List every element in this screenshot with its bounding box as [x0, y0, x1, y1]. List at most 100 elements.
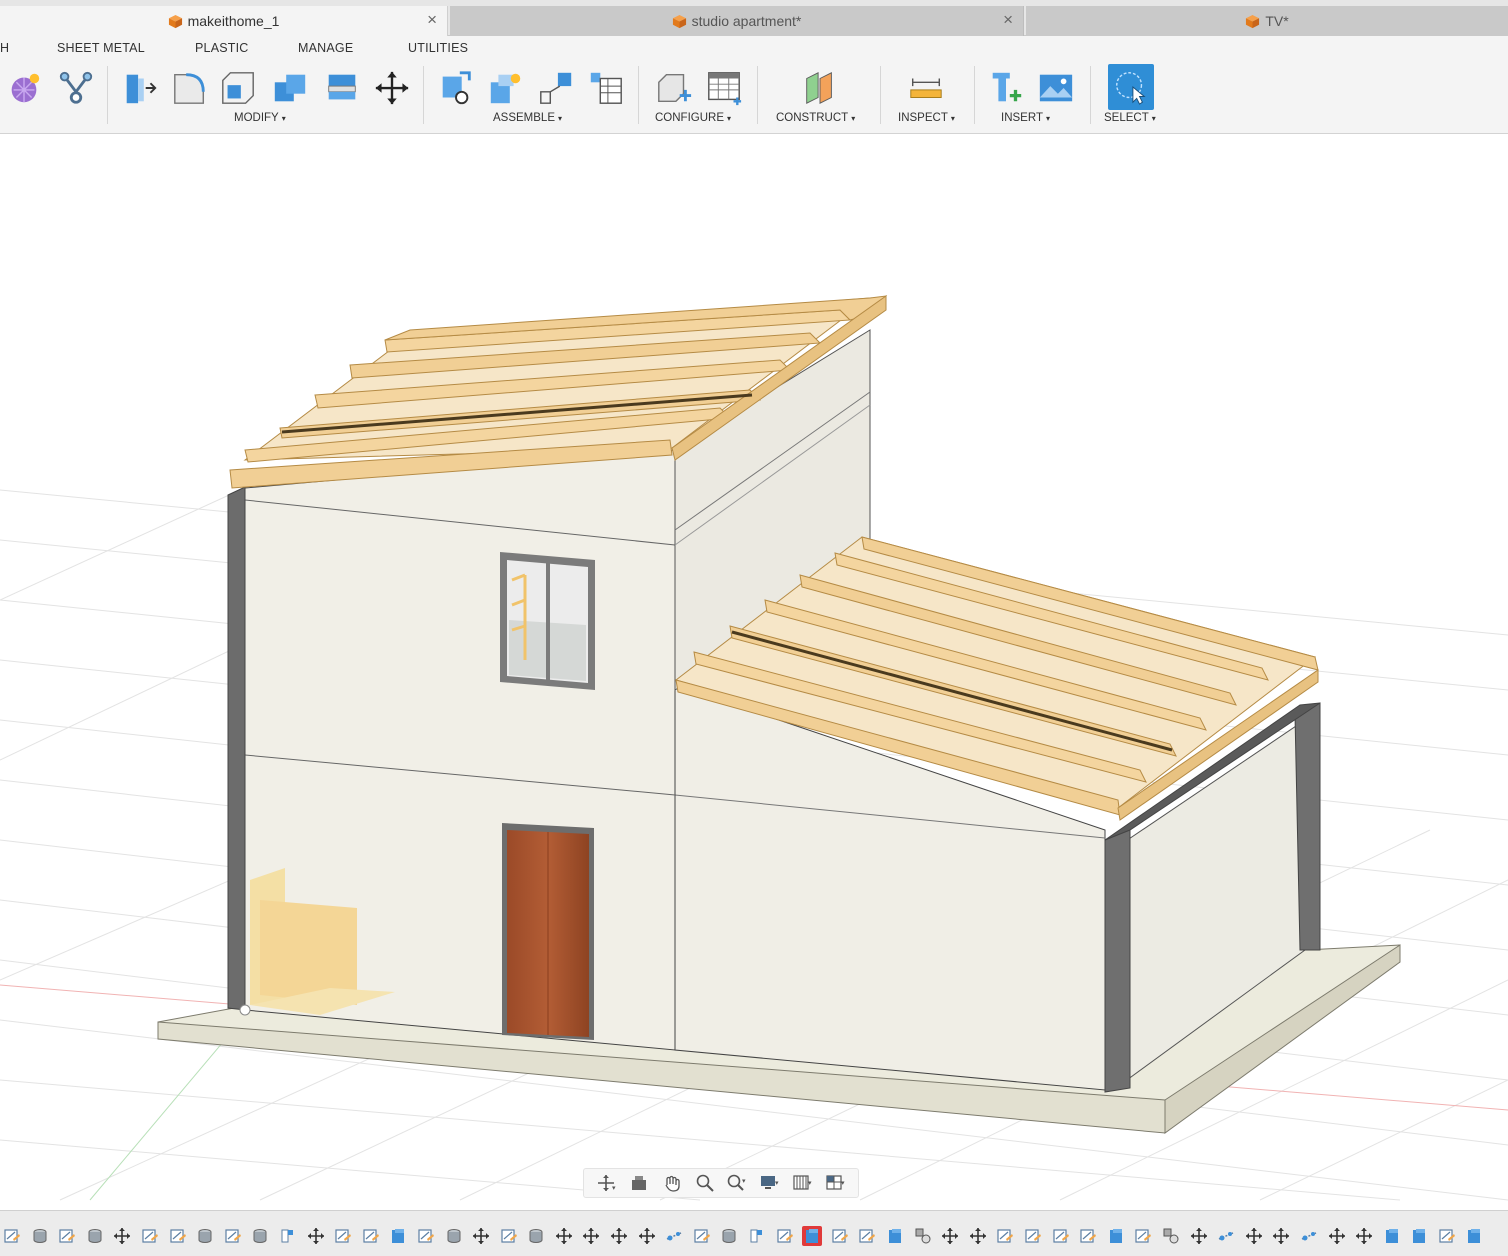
offset-face-tool[interactable]	[322, 68, 362, 108]
fit-button[interactable]: ▾	[724, 1172, 750, 1194]
canvas-viewport[interactable]	[0, 135, 1508, 1202]
timeline-feature-move[interactable]	[1271, 1226, 1291, 1246]
modify-group-label[interactable]: MODIFY ▾	[234, 112, 286, 124]
timeline-feature-move[interactable]	[554, 1226, 574, 1246]
canvas-tool[interactable]	[1036, 68, 1076, 108]
timeline-feature-extrude[interactable]	[30, 1226, 50, 1246]
timeline-feature-extrude[interactable]	[195, 1226, 215, 1246]
press-pull-tool[interactable]	[120, 68, 160, 108]
timeline-feature-body[interactable]	[1382, 1226, 1402, 1246]
zoom-button[interactable]	[692, 1172, 718, 1194]
fillet-tool[interactable]	[170, 68, 210, 108]
rigid-group-tool[interactable]	[586, 68, 626, 108]
measure-tool[interactable]	[906, 68, 946, 108]
timeline-feature-joint[interactable]	[664, 1226, 684, 1246]
document-tab-studio-apartment[interactable]: studio apartment* ×	[450, 6, 1024, 36]
timeline-feature-move[interactable]	[1189, 1226, 1209, 1246]
display-settings-button[interactable]: ▾	[757, 1172, 783, 1194]
timeline-feature-sketch[interactable]	[361, 1226, 381, 1246]
configuration-table-tool[interactable]	[704, 68, 744, 108]
timeline-feature-sketch[interactable]	[692, 1226, 712, 1246]
timeline-feature-body[interactable]	[1106, 1226, 1126, 1246]
timeline-feature-sketch[interactable]	[995, 1226, 1015, 1246]
configure-group-label[interactable]: CONFIGURE ▾	[655, 112, 731, 124]
orbit-button[interactable]: ▾	[593, 1172, 619, 1194]
configure-design-tool[interactable]	[654, 68, 694, 108]
document-tab-tv[interactable]: TV*	[1026, 6, 1508, 36]
combine-tool[interactable]	[270, 68, 310, 108]
timeline-feature-sketch[interactable]	[168, 1226, 188, 1246]
timeline-feature-sketch[interactable]	[1078, 1226, 1098, 1246]
select-tool[interactable]	[1108, 64, 1154, 110]
ribbon-tab-manage[interactable]: MANAGE	[298, 41, 353, 55]
timeline-feature-sketch[interactable]	[2, 1226, 22, 1246]
timeline-feature-plane[interactable]	[747, 1226, 767, 1246]
timeline-feature-extrude[interactable]	[719, 1226, 739, 1246]
timeline-feature-move[interactable]	[609, 1226, 629, 1246]
pan-button[interactable]	[659, 1172, 685, 1194]
offset-plane-tool[interactable]	[800, 68, 840, 108]
assemble-group-label[interactable]: ASSEMBLE ▾	[493, 112, 562, 124]
insert-derive-tool[interactable]	[986, 68, 1026, 108]
timeline-feature-sketch[interactable]	[1051, 1226, 1071, 1246]
timeline-feature-sketch[interactable]	[499, 1226, 519, 1246]
inspect-group-label[interactable]: INSPECT ▾	[898, 112, 955, 124]
move-copy-tool[interactable]	[372, 68, 412, 108]
timeline-feature-move[interactable]	[940, 1226, 960, 1246]
timeline-feature-extrude[interactable]	[526, 1226, 546, 1246]
timeline-feature-move[interactable]	[471, 1226, 491, 1246]
timeline-feature-plane[interactable]	[278, 1226, 298, 1246]
timeline-feature-extrude[interactable]	[444, 1226, 464, 1246]
timeline-feature-move[interactable]	[1327, 1226, 1347, 1246]
new-component-tool[interactable]	[436, 68, 476, 108]
document-tab-makeithome[interactable]: makeithome_1 ×	[0, 6, 448, 36]
look-at-button[interactable]	[626, 1172, 652, 1194]
timeline-feature-extrude[interactable]	[250, 1226, 270, 1246]
as-built-joint-tool[interactable]	[536, 68, 576, 108]
ribbon-tab-mesh[interactable]: H	[0, 41, 9, 55]
shell-tool[interactable]	[218, 68, 258, 108]
timeline-feature-joint[interactable]	[1299, 1226, 1319, 1246]
timeline-feature-extrude[interactable]	[85, 1226, 105, 1246]
select-group-label[interactable]: SELECT ▾	[1104, 112, 1156, 124]
close-tab-icon[interactable]: ×	[427, 10, 437, 30]
derive-tool[interactable]	[56, 68, 96, 108]
viewports-button[interactable]: ▾	[823, 1172, 849, 1194]
model-scene[interactable]	[0, 135, 1508, 1202]
ribbon-tab-plastic[interactable]: PLASTIC	[195, 41, 249, 55]
construct-group-label[interactable]: CONSTRUCT ▾	[776, 112, 855, 124]
timeline-feature-move[interactable]	[1244, 1226, 1264, 1246]
create-form-tool[interactable]	[4, 68, 44, 108]
timeline-feature-move[interactable]	[968, 1226, 988, 1246]
timeline-feature-move[interactable]	[581, 1226, 601, 1246]
close-tab-icon[interactable]: ×	[1003, 10, 1013, 30]
timeline-feature-body[interactable]	[1464, 1226, 1484, 1246]
timeline-feature-joint[interactable]	[1216, 1226, 1236, 1246]
joint-tool[interactable]	[486, 68, 526, 108]
timeline-feature-move[interactable]	[1354, 1226, 1374, 1246]
timeline-feature-body[interactable]	[1409, 1226, 1429, 1246]
timeline-feature-sketch[interactable]	[223, 1226, 243, 1246]
timeline-feature-sketch[interactable]	[775, 1226, 795, 1246]
timeline-feature-component[interactable]	[1161, 1226, 1181, 1246]
timeline-feature-sketch[interactable]	[1133, 1226, 1153, 1246]
timeline-feature-body[interactable]	[388, 1226, 408, 1246]
ribbon-tab-sheet-metal[interactable]: SHEET METAL	[57, 41, 145, 55]
timeline-feature-body[interactable]	[802, 1226, 823, 1246]
timeline-feature-move[interactable]	[637, 1226, 657, 1246]
timeline-feature-sketch[interactable]	[140, 1226, 160, 1246]
timeline-feature-sketch[interactable]	[1023, 1226, 1043, 1246]
timeline-feature-sketch[interactable]	[416, 1226, 436, 1246]
grid-button[interactable]: ▾	[790, 1172, 816, 1194]
timeline-feature-sketch[interactable]	[1437, 1226, 1457, 1246]
timeline-feature-sketch[interactable]	[57, 1226, 77, 1246]
timeline-feature-sketch[interactable]	[830, 1226, 850, 1246]
insert-group-label[interactable]: INSERT ▾	[1001, 112, 1050, 124]
timeline-feature-sketch[interactable]	[333, 1226, 353, 1246]
timeline-feature-body[interactable]	[885, 1226, 905, 1246]
timeline-feature-move[interactable]	[306, 1226, 326, 1246]
ribbon-tab-utilities[interactable]: UTILITIES	[408, 41, 468, 55]
timeline-feature-move[interactable]	[112, 1226, 132, 1246]
timeline-feature-component[interactable]	[913, 1226, 933, 1246]
timeline-feature-sketch[interactable]	[857, 1226, 877, 1246]
